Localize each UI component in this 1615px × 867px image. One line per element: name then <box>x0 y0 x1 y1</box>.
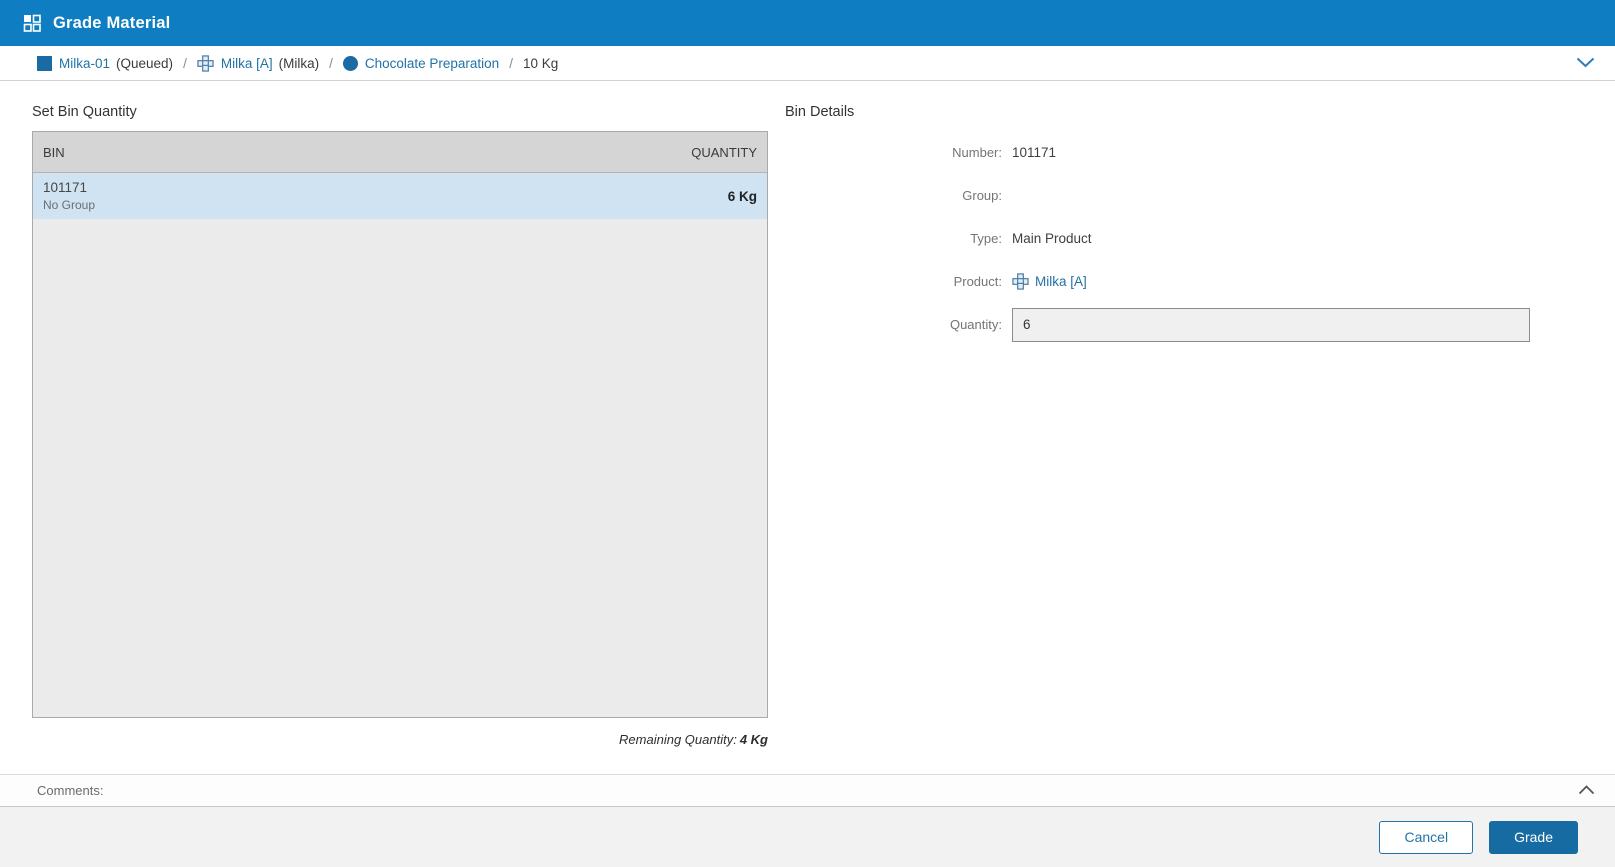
field-row-number: Number: 101171 <box>785 131 1530 174</box>
remaining-quantity: Remaining Quantity: 4 Kg <box>32 732 768 747</box>
material-square-icon <box>37 55 52 71</box>
remaining-quantity-value: 4 Kg <box>739 732 768 747</box>
field-label: Product: <box>953 274 1002 289</box>
field-label: Group: <box>962 188 1002 203</box>
comments-section: Comments: <box>0 774 1615 807</box>
action-bar: Cancel Grade <box>0 807 1615 867</box>
title-bar: Grade Material <box>0 0 1615 46</box>
breadcrumb-link[interactable]: Chocolate Preparation <box>365 56 499 71</box>
product-icon <box>197 54 214 72</box>
grade-material-icon <box>23 14 42 33</box>
breadcrumb-text: 10 Kg <box>522 55 559 71</box>
breadcrumb-item-step[interactable]: Chocolate Preparation <box>342 55 499 71</box>
field-row-group: Group: <box>785 174 1530 217</box>
breadcrumb-items: Milka-01 (Queued) / Milka [A] (Milka) / <box>37 54 1570 72</box>
comments-collapse-button[interactable] <box>1572 779 1601 802</box>
chevron-down-icon <box>1576 56 1595 71</box>
breadcrumb: Milka-01 (Queued) / Milka [A] (Milka) / <box>0 46 1615 81</box>
page-title: Grade Material <box>53 13 171 32</box>
left-panel-title: Set Bin Quantity <box>32 104 137 120</box>
field-value <box>1012 307 1530 342</box>
field-label: Quantity: <box>949 317 1002 332</box>
breadcrumb-expand-button[interactable] <box>1570 52 1601 75</box>
bin-quantity: 6 Kg <box>727 188 757 204</box>
bin-details-fields: Number: 101171 Group: Type: Main Product… <box>785 131 1530 346</box>
field-value: 101171 <box>1012 145 1057 160</box>
breadcrumb-link[interactable]: Milka [A] <box>221 56 273 71</box>
main-content: Set Bin Quantity BIN QUANTITY 101171 No … <box>0 81 1615 774</box>
cancel-button[interactable]: Cancel <box>1379 820 1474 854</box>
breadcrumb-separator: / <box>509 55 513 71</box>
bin-table: BIN QUANTITY 101171 No Group 6 Kg <box>32 131 768 718</box>
field-row-product: Product: Milka [A] <box>785 260 1530 303</box>
product-icon <box>1012 273 1029 290</box>
set-bin-quantity-panel: Set Bin Quantity BIN QUANTITY 101171 No … <box>32 81 768 747</box>
breadcrumb-link[interactable]: Milka-01 <box>59 56 110 71</box>
bin-group: No Group <box>43 198 96 213</box>
bin-cell: 101171 No Group <box>43 179 95 213</box>
breadcrumb-item-material[interactable]: Milka-01 (Queued) <box>37 55 174 71</box>
field-value: Main Product <box>1012 231 1092 246</box>
bin-details-panel: Bin Details Number: 101171 Group: Type: … <box>785 81 1530 346</box>
product-link[interactable]: Milka [A] <box>1035 274 1087 289</box>
breadcrumb-separator: / <box>183 55 187 71</box>
bin-table-header: BIN QUANTITY <box>33 132 767 173</box>
remaining-quantity-label: Remaining Quantity: <box>619 732 737 747</box>
bin-number: 101171 <box>43 179 88 195</box>
breadcrumb-suffix: (Milka) <box>278 55 320 71</box>
column-header-quantity: QUANTITY <box>691 144 757 160</box>
breadcrumb-separator: / <box>329 55 333 71</box>
breadcrumb-suffix: (Queued) <box>116 55 174 71</box>
grade-button[interactable]: Grade <box>1489 820 1578 854</box>
field-label: Number: <box>952 145 1002 160</box>
column-header-bin: BIN <box>43 144 65 160</box>
breadcrumb-item-quantity: 10 Kg <box>523 56 558 71</box>
chevron-up-icon <box>1578 783 1595 798</box>
field-row-type: Type: Main Product <box>785 217 1530 260</box>
field-value: Milka [A] <box>1012 273 1530 290</box>
breadcrumb-item-product[interactable]: Milka [A] (Milka) <box>197 54 320 72</box>
field-row-quantity: Quantity: <box>785 303 1530 346</box>
comments-label: Comments: <box>37 783 104 798</box>
bin-table-empty-area <box>33 219 767 717</box>
right-panel-title: Bin Details <box>785 104 855 120</box>
quantity-input[interactable] <box>1012 307 1530 342</box>
step-circle-icon <box>342 55 358 71</box>
field-label: Type: <box>970 231 1002 246</box>
table-row[interactable]: 101171 No Group 6 Kg <box>33 173 767 219</box>
